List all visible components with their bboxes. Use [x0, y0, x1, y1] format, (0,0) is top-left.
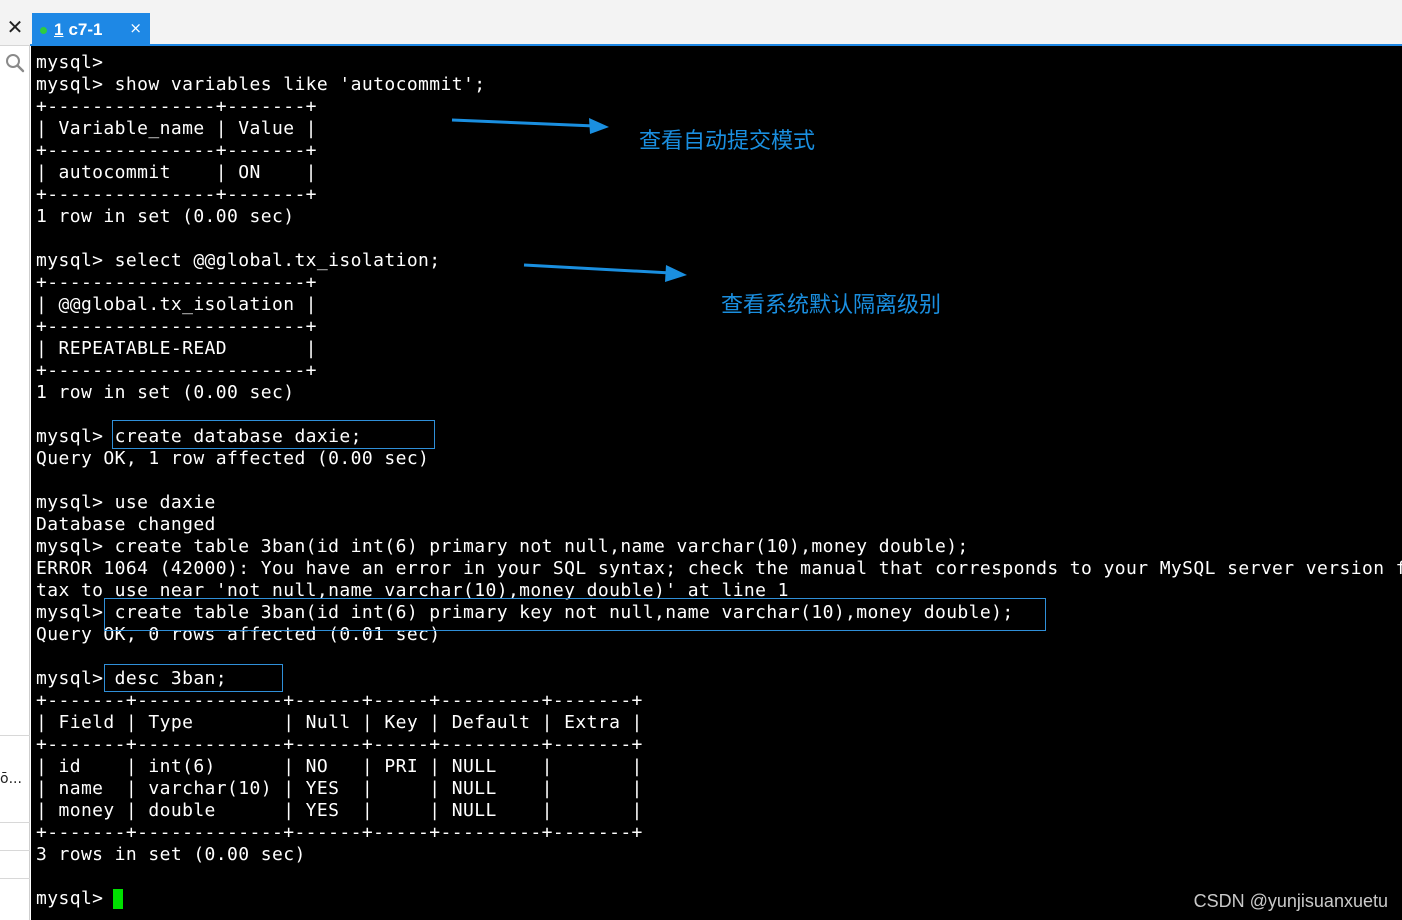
- connection-status-icon: [40, 27, 47, 34]
- terminal-line: | money | double | YES | | NULL | |: [36, 800, 643, 821]
- tab-c7-1[interactable]: 1 c7-1 ×: [32, 13, 150, 46]
- terminal-output: mysql> mysql> show variables like 'autoco…: [36, 52, 1402, 910]
- terminal-pane[interactable]: mysql> mysql> show variables like 'autoco…: [31, 46, 1402, 920]
- watermark: CSDN @yunjisuanxuetu: [1193, 891, 1388, 911]
- tab-number: 1: [54, 20, 64, 39]
- terminal-line: mysql> desc 3ban;: [36, 668, 228, 689]
- annotation-isolation: 查看系统默认隔离级别: [721, 293, 942, 318]
- terminal-line: ERROR 1064 (42000): You have an error in…: [36, 558, 1402, 579]
- terminal-line: | id | int(6) | NO | PRI | NULL | |: [36, 756, 643, 777]
- terminal-line: mysql> select @@global.tx_isolation;: [36, 250, 441, 271]
- sidebar-divider: [0, 878, 30, 879]
- arrow-icon: [523, 263, 687, 282]
- terminal-line: mysql> create table 3ban(id int(6) prima…: [36, 536, 969, 557]
- terminal-line: 1 row in set (0.00 sec): [36, 206, 295, 227]
- terminal-cursor: [113, 889, 123, 909]
- terminal-line: mysql> use daxie: [36, 492, 216, 513]
- terminal-line: | autocommit | ON |: [36, 162, 317, 183]
- terminal-line: mysql>: [36, 52, 104, 73]
- terminal-line: +-------+-------------+------+-----+----…: [36, 690, 643, 711]
- terminal-line: mysql> create database daxie;: [36, 426, 362, 447]
- terminal-line: +---------------+-------+: [36, 184, 317, 205]
- terminal-line: mysql> create table 3ban(id int(6) prima…: [36, 602, 1014, 623]
- terminal-line: Query OK, 1 row affected (0.00 sec): [36, 448, 430, 469]
- close-icon[interactable]: ✕: [4, 16, 26, 38]
- terminal-line: mysql> show variables like 'autocommit';: [36, 74, 486, 95]
- title-bar: ✕ 1 c7-1 ×: [0, 0, 1402, 46]
- terminal-line: 3 rows in set (0.00 sec): [36, 844, 306, 865]
- terminal-line: | Field | Type | Null | Key | Default | …: [36, 712, 643, 733]
- terminal-line: +-----------------------+: [36, 316, 317, 337]
- sidebar-item-label[interactable]: ō...: [0, 771, 22, 787]
- terminal-line: tax to use near 'not null,name varchar(1…: [36, 580, 789, 601]
- terminal-line: +-----------------------+: [36, 272, 317, 293]
- search-icon[interactable]: [4, 52, 26, 74]
- terminal-line: +-------+-------------+------+-----+----…: [36, 734, 643, 755]
- terminal-line: 1 row in set (0.00 sec): [36, 382, 295, 403]
- tab-close-icon[interactable]: ×: [129, 19, 142, 37]
- terminal-line: | @@global.tx_isolation |: [36, 294, 317, 315]
- arrow-icon: [451, 118, 609, 134]
- annotation-autocommit: 查看自动提交模式: [639, 129, 816, 154]
- terminal-line: Query OK, 0 rows affected (0.01 sec): [36, 624, 441, 645]
- terminal-line: +---------------+-------+: [36, 96, 317, 117]
- terminal-line: +-----------------------+: [36, 360, 317, 381]
- terminal-line: Database changed: [36, 514, 216, 535]
- terminal-line: | name | varchar(10) | YES | | NULL | |: [36, 778, 643, 799]
- sidebar-divider: [0, 822, 30, 823]
- session-sidebar: ō...: [0, 46, 30, 920]
- sidebar-divider: [0, 850, 30, 851]
- tab-label: 1 c7-1: [54, 20, 103, 40]
- tab-title: c7-1: [68, 20, 103, 39]
- terminal-line: | REPEATABLE-READ |: [36, 338, 317, 359]
- sidebar-divider: [0, 735, 30, 736]
- terminal-line: +-------+-------------+------+-----+----…: [36, 822, 643, 843]
